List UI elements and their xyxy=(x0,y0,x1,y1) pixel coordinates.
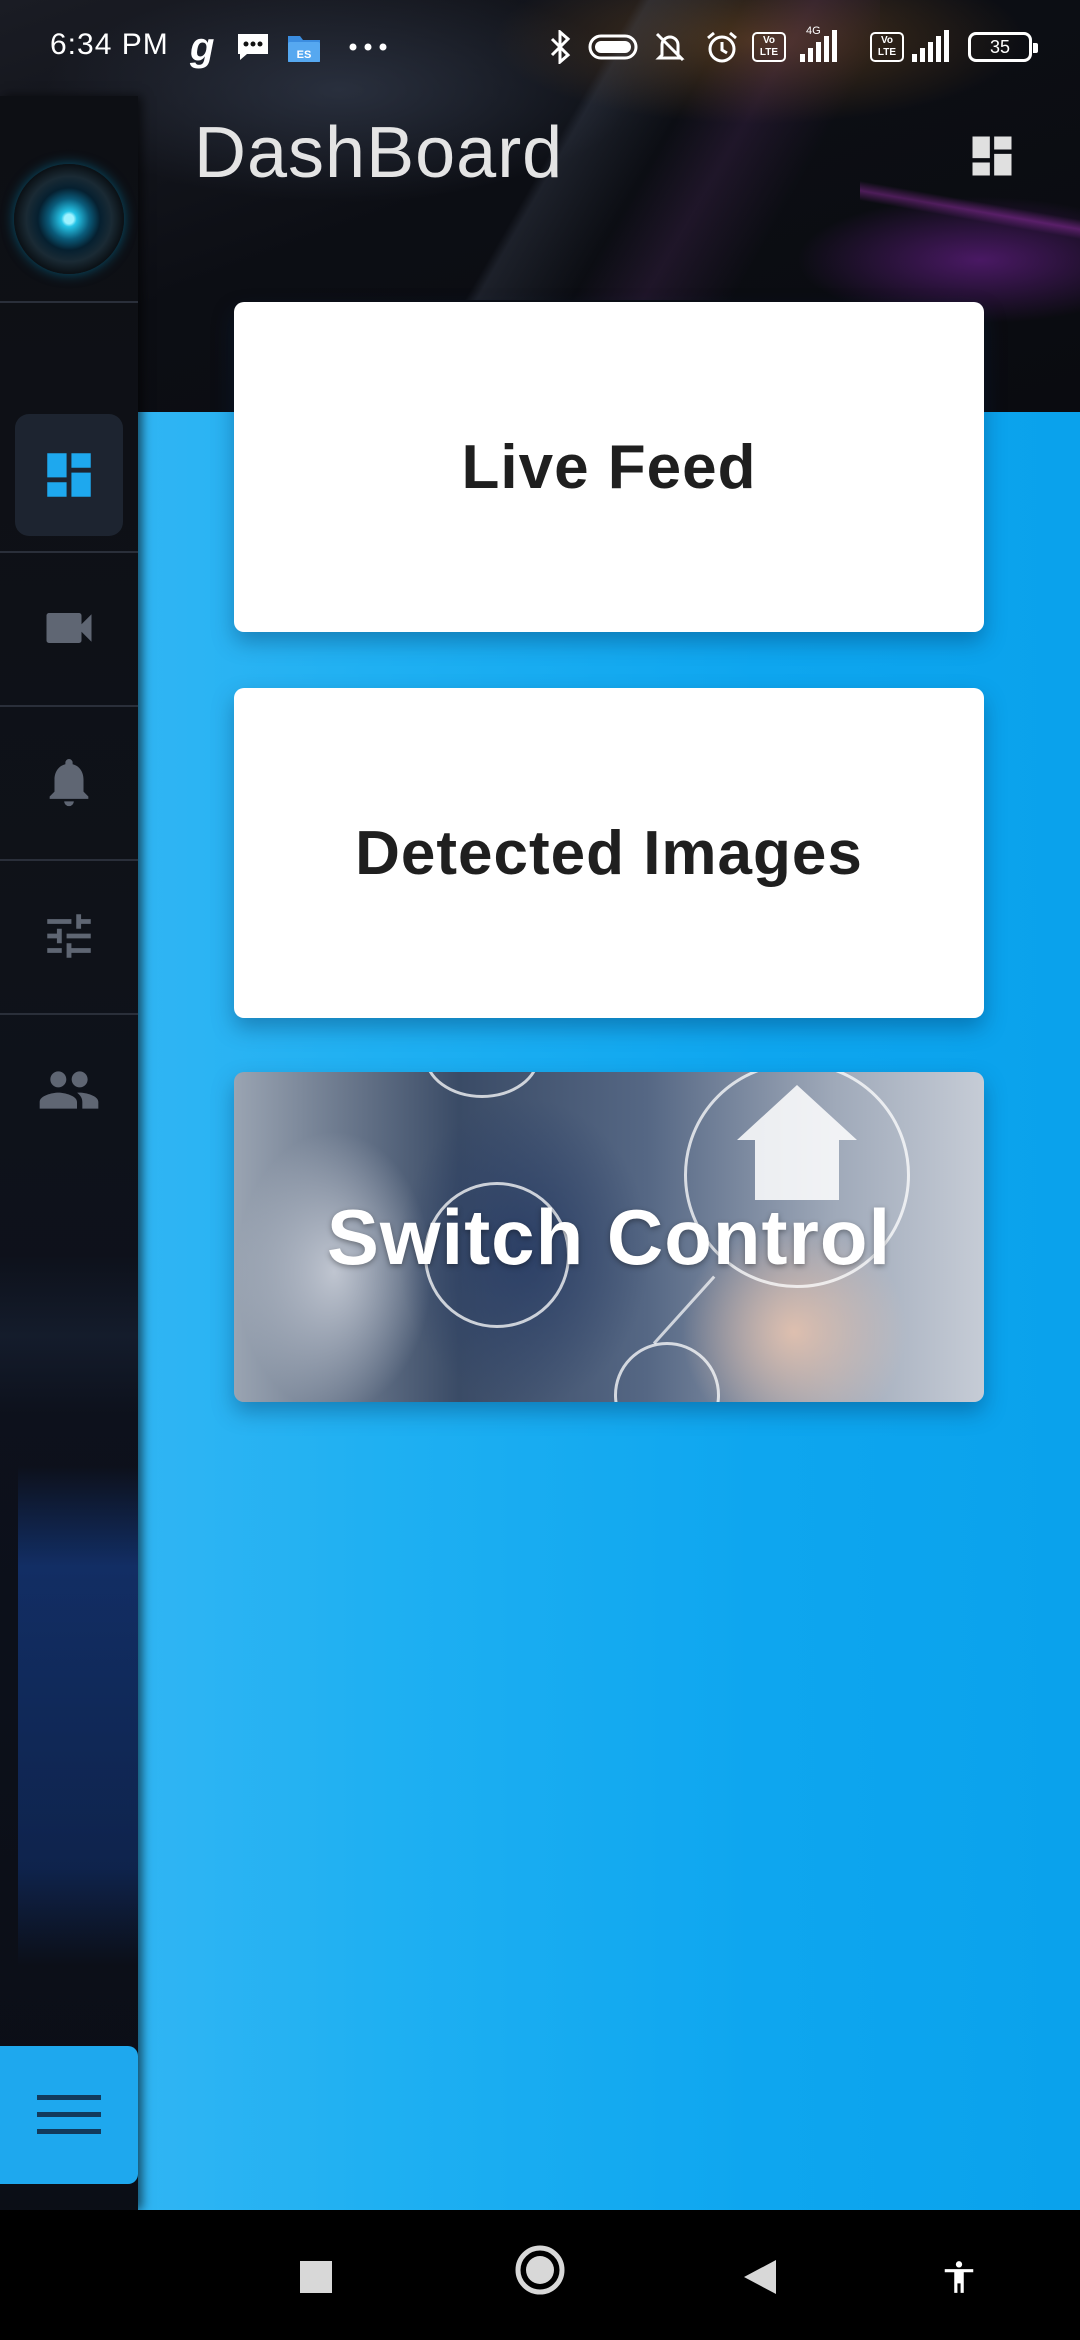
sliders-icon xyxy=(47,914,91,958)
smart-home-graphic xyxy=(424,1072,540,1098)
bell-icon xyxy=(49,759,89,807)
file-explorer-icon: ES xyxy=(286,28,322,66)
svg-text:ES: ES xyxy=(297,49,312,61)
app-logo xyxy=(14,164,124,274)
toggle-icon xyxy=(588,28,638,66)
message-icon xyxy=(235,28,271,66)
signal-icon xyxy=(800,30,837,62)
sidebar-decoration xyxy=(18,1466,138,1966)
dashboard-icon[interactable] xyxy=(966,130,1018,182)
status-time: 6:34 PM xyxy=(50,28,169,61)
more-dots-icon xyxy=(348,28,388,66)
recents-square-icon xyxy=(300,2261,332,2293)
volte-icon: Vo LTE xyxy=(870,32,904,62)
hamburger-menu-icon xyxy=(37,2095,101,2134)
people-icon xyxy=(39,1071,99,1109)
home-icon xyxy=(737,1085,857,1200)
smart-home-graphic xyxy=(652,1275,716,1345)
card-live-feed[interactable]: Live Feed xyxy=(234,302,984,632)
sidebar-item-users[interactable] xyxy=(0,1015,138,1165)
sidebar xyxy=(0,96,138,2210)
accessibility-icon xyxy=(944,2261,974,2293)
page-title: DashBoard xyxy=(194,113,564,193)
dashboard-icon xyxy=(47,453,91,497)
videocam-icon xyxy=(46,613,92,643)
gaana-icon: g xyxy=(190,24,215,69)
card-label: Detected Images xyxy=(355,818,863,888)
signal-icon xyxy=(912,30,949,62)
back-triangle-icon xyxy=(744,2260,776,2294)
sidebar-divider xyxy=(0,301,138,303)
home-circle-icon xyxy=(515,2245,565,2295)
card-switch-control[interactable]: Switch Control xyxy=(234,1072,984,1402)
status-bar: 6:34 PM g ES Vo LTE 4G Vo LTE 35 xyxy=(0,0,1080,96)
recents-button[interactable] xyxy=(300,2255,332,2299)
mute-icon xyxy=(652,28,688,66)
sidebar-item-settings[interactable] xyxy=(0,861,138,1011)
sidebar-item-notifications[interactable] xyxy=(0,707,138,857)
home-button[interactable] xyxy=(514,2245,566,2295)
sidebar-active-indicator xyxy=(15,414,123,536)
sidebar-item-live-video[interactable] xyxy=(0,553,138,703)
smart-home-graphic xyxy=(614,1342,720,1402)
battery-icon: 35 xyxy=(968,32,1038,62)
sidebar-decoration xyxy=(0,1256,138,1416)
sidebar-item-dashboard[interactable] xyxy=(0,400,138,550)
card-label: Switch Control xyxy=(326,1192,892,1281)
app-screen: 6:34 PM g ES Vo LTE 4G Vo LTE 35 DashBoa… xyxy=(0,0,1080,2210)
card-label: Live Feed xyxy=(461,432,757,502)
menu-button[interactable] xyxy=(0,2046,138,2184)
back-button[interactable] xyxy=(742,2255,778,2299)
bluetooth-icon xyxy=(546,28,574,66)
accessibility-button[interactable] xyxy=(940,2255,978,2299)
alarm-icon xyxy=(704,28,740,66)
card-detected-images[interactable]: Detected Images xyxy=(234,688,984,1018)
volte-icon: Vo LTE xyxy=(752,32,786,62)
